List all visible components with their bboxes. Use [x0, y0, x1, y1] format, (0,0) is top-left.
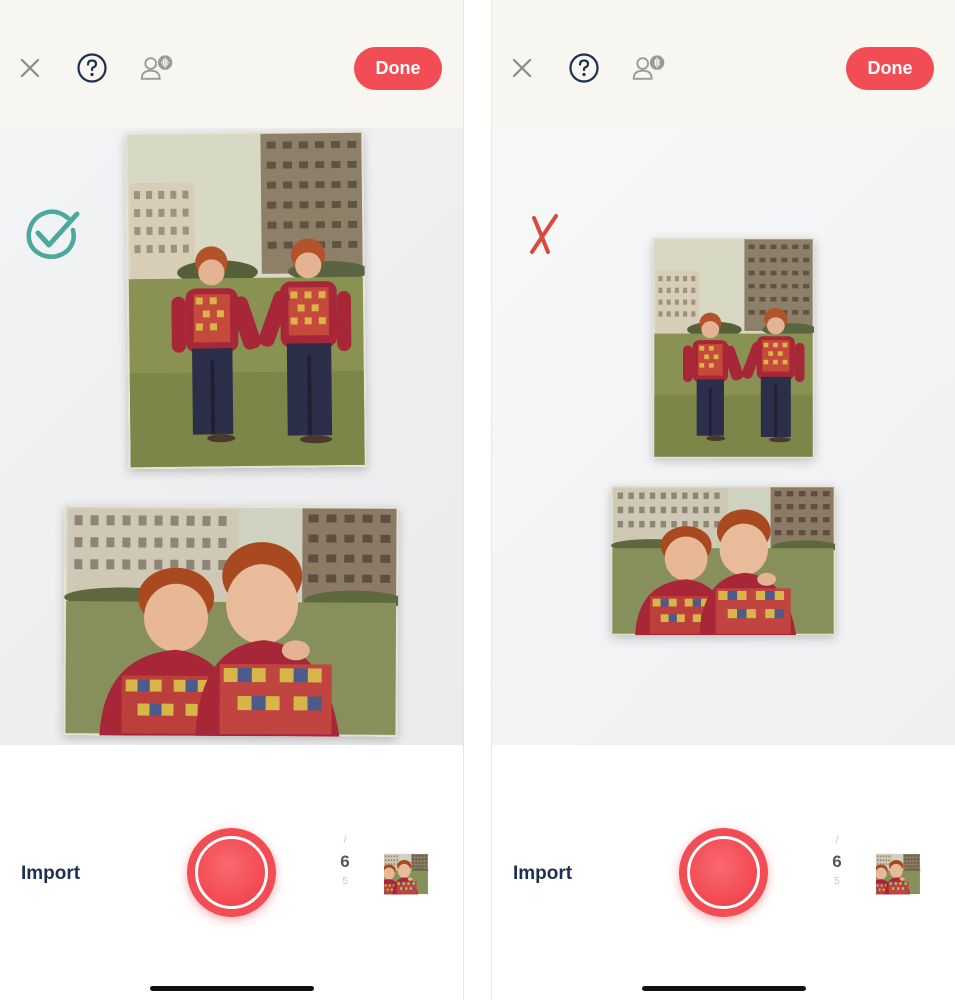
help-button[interactable] — [566, 50, 602, 86]
help-circle-icon — [569, 53, 599, 83]
home-indicator[interactable] — [150, 986, 314, 991]
help-button[interactable] — [74, 50, 110, 86]
help-circle-icon — [77, 53, 107, 83]
counter-next: 5 — [834, 876, 840, 887]
voice-assistant-icon — [632, 55, 665, 80]
camera-viewfinder — [0, 128, 463, 745]
scanned-photo-landscape — [63, 505, 398, 737]
capture-controls: Import / 6 5 — [0, 745, 463, 1000]
done-button[interactable]: Done — [354, 47, 442, 90]
cross-mark-icon — [530, 214, 558, 254]
counter-current: 6 — [340, 852, 350, 871]
close-icon — [20, 58, 40, 78]
camera-viewfinder — [492, 128, 955, 745]
shutter-button[interactable] — [679, 828, 768, 917]
top-bar: Done — [492, 0, 955, 128]
voice-assistant-button[interactable] — [631, 50, 667, 86]
counter-next: 5 — [342, 876, 348, 887]
close-button[interactable] — [504, 50, 540, 86]
counter-prev: / — [343, 835, 347, 846]
scanned-photo-landscape — [611, 486, 835, 635]
scanned-photo-portrait — [125, 131, 367, 469]
import-button[interactable]: Import — [21, 863, 80, 885]
scanned-photo-portrait — [653, 238, 814, 458]
screen-divider — [463, 0, 492, 1000]
counter-current: 6 — [832, 852, 842, 871]
close-button[interactable] — [12, 50, 48, 86]
close-icon — [512, 58, 532, 78]
import-button[interactable]: Import — [513, 863, 572, 885]
phone-screen-incorrect: Done Import / 6 5 — [492, 0, 955, 1000]
shutter-inner-ring — [195, 836, 268, 909]
last-scan-thumbnail[interactable] — [876, 846, 935, 902]
counter-prev: / — [835, 835, 839, 846]
photo-counter: / 6 5 — [334, 833, 356, 903]
last-scan-thumbnail[interactable] — [384, 846, 443, 902]
voice-assistant-button[interactable] — [139, 50, 175, 86]
shutter-button[interactable] — [187, 828, 276, 917]
home-indicator[interactable] — [642, 986, 806, 991]
photo-counter: / 6 5 — [826, 833, 848, 903]
phone-screen-correct: Done Import / 6 5 — [0, 0, 463, 1000]
checkmark-circle-icon — [26, 209, 80, 260]
voice-assistant-icon — [140, 55, 173, 80]
top-bar: Done — [0, 0, 463, 128]
capture-controls: Import / 6 5 — [492, 745, 955, 1000]
done-button[interactable]: Done — [846, 47, 934, 90]
shutter-inner-ring — [687, 836, 760, 909]
